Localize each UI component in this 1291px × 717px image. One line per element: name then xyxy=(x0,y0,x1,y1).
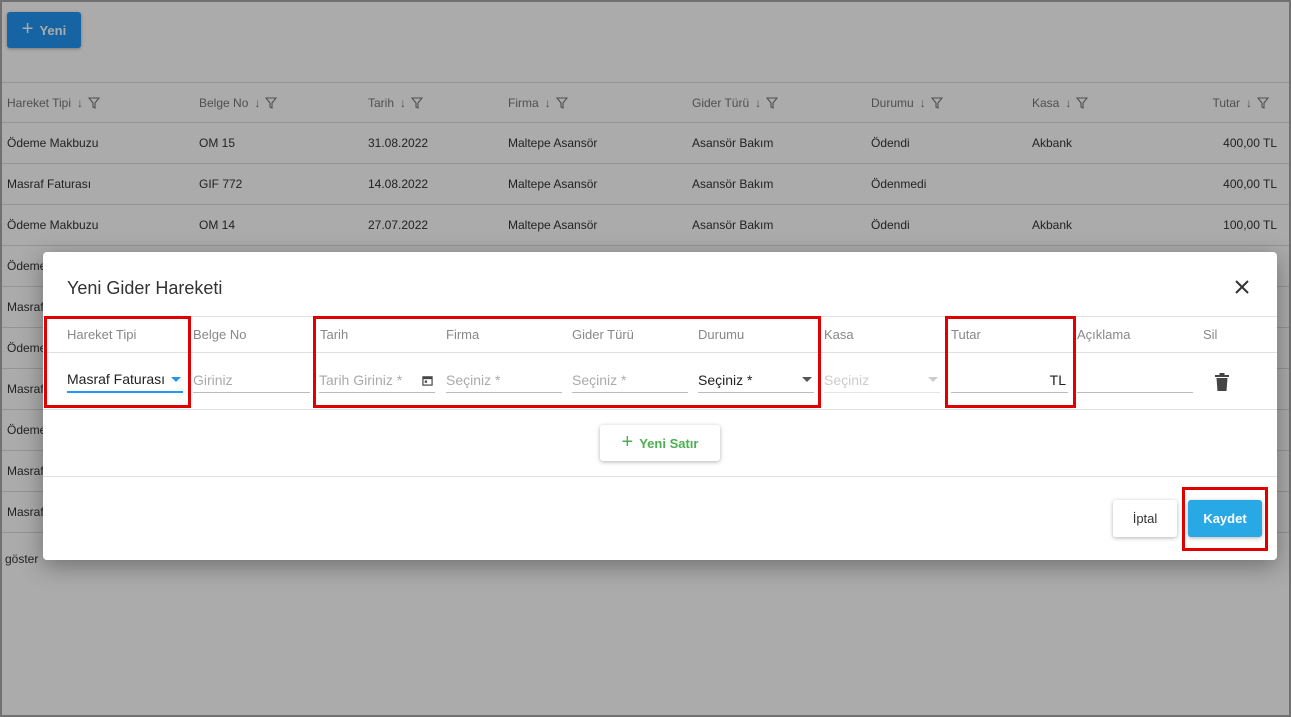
col-belge-no: Belge No xyxy=(193,327,247,342)
dialog-title: Yeni Gider Hareketi xyxy=(67,278,223,298)
cancel-label: İptal xyxy=(1132,511,1158,526)
belge-no-placeholder: Giriniz xyxy=(193,371,233,388)
kasa-placeholder: Seçiniz xyxy=(824,371,870,388)
close-icon[interactable] xyxy=(1233,278,1251,296)
col-kasa: Kasa xyxy=(824,327,854,342)
highlight-tutar xyxy=(945,316,1076,408)
highlight-hareket-tipi xyxy=(44,316,191,408)
footer-divider xyxy=(43,476,1277,477)
highlight-tarih-durumu xyxy=(313,316,821,408)
add-row-button[interactable]: + Yeni Satır xyxy=(600,425,720,461)
cancel-button[interactable]: İptal xyxy=(1113,500,1177,537)
chevron-down-icon xyxy=(928,377,938,382)
belge-no-input[interactable]: Giriniz xyxy=(193,367,310,393)
kasa-select[interactable]: Seçiniz xyxy=(824,367,940,393)
aciklama-input[interactable] xyxy=(1077,367,1193,393)
highlight-save xyxy=(1182,487,1268,551)
col-aciklama: Açıklama xyxy=(1077,327,1131,342)
trash-icon[interactable] xyxy=(1215,373,1229,391)
add-row-label: Yeni Satır xyxy=(639,435,699,451)
plus-icon: + xyxy=(621,431,634,453)
col-sil: Sil xyxy=(1203,327,1218,342)
